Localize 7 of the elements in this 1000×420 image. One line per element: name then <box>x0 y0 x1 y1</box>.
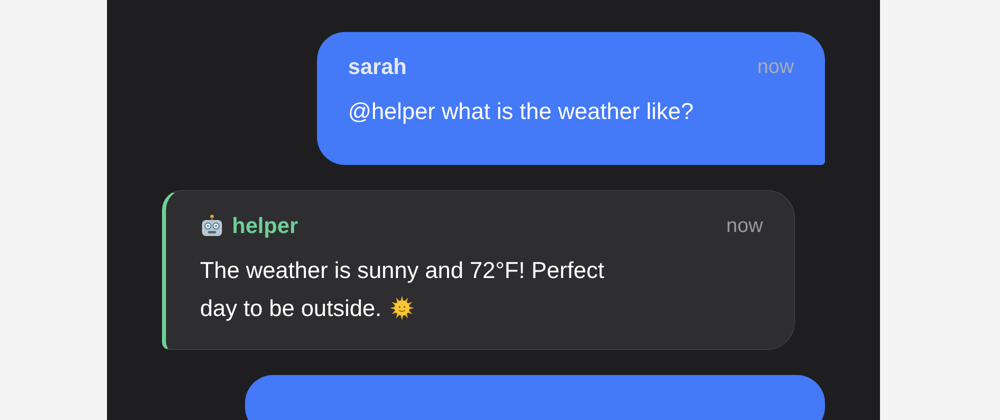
sender-name: helper <box>232 213 298 239</box>
message-text: @helper what is the weather like? <box>348 98 694 124</box>
sender-name: sarah <box>348 54 407 80</box>
message-time: now <box>757 56 794 78</box>
message-time: now <box>726 214 763 238</box>
robot-icon <box>200 214 224 238</box>
message-text: The weather is sunny and 72°F! Perfect day to be outside. <box>200 257 604 321</box>
